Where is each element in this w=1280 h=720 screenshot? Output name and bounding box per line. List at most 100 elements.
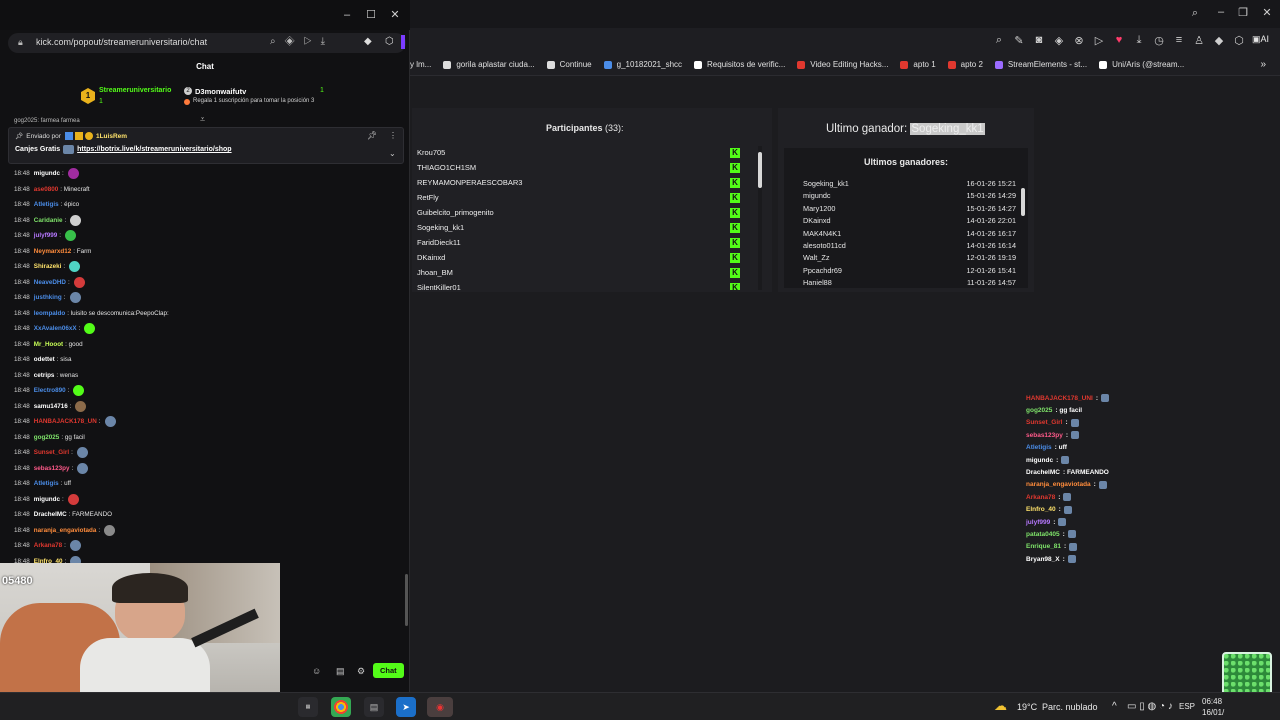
kick-icon: K: [730, 177, 740, 188]
winners-scrollbar[interactable]: [1021, 180, 1025, 286]
message-username[interactable]: Atletigis: [34, 201, 59, 208]
profile-icon[interactable]: ♙: [1192, 34, 1206, 47]
message-username[interactable]: samu14716: [34, 403, 68, 410]
message-username[interactable]: ase0800: [34, 186, 59, 193]
overlay-text: :: [1065, 419, 1068, 427]
address-actions[interactable]: ⌕◈▷⤓: [270, 36, 334, 47]
camera-icon[interactable]: ◙: [1032, 34, 1046, 46]
files-icon[interactable]: ▤: [364, 697, 384, 717]
collapse-icon[interactable]: ⩡: [200, 114, 205, 125]
close-icon[interactable]: ✕: [388, 8, 402, 21]
extension-icon[interactable]: ◆: [1212, 34, 1226, 47]
message-username[interactable]: gog2025: [34, 434, 60, 441]
bookmark-item[interactable]: g_10182021_shcc: [603, 60, 682, 69]
message-text: :: [59, 232, 61, 240]
message-username[interactable]: Electro890: [34, 387, 66, 394]
extension-icon[interactable]: ◆: [364, 36, 372, 47]
chevron-down-icon[interactable]: ⌄: [389, 149, 396, 158]
clock-date[interactable]: 16/01/: [1202, 708, 1224, 717]
message-username[interactable]: HANBAJACK178_UN: [34, 418, 97, 425]
bookmark-item[interactable]: Continue: [546, 60, 592, 69]
more-icon[interactable]: ⋮: [389, 131, 397, 140]
settings-icon[interactable]: ⚙: [357, 666, 365, 677]
restore-icon[interactable]: ❐: [1236, 6, 1250, 19]
message-username[interactable]: Arkana78: [34, 542, 62, 549]
maximize-icon[interactable]: ☐: [364, 8, 378, 21]
message-username[interactable]: cetrips: [34, 372, 55, 379]
minimize-icon[interactable]: –: [340, 9, 354, 21]
more-bookmarks-icon[interactable]: »: [1260, 59, 1266, 70]
message-username[interactable]: XxAvalen06xX: [34, 325, 77, 332]
app-icon[interactable]: ▦: [298, 697, 318, 717]
message-username[interactable]: Sunset_Girl: [34, 449, 69, 456]
pinned-link[interactable]: https://botrix.live/k/streameruniversita…: [77, 146, 231, 153]
address-bar[interactable]: 🔒︎ kick.com/popout/streameruniversitario…: [8, 33, 406, 53]
message-username[interactable]: migundc: [34, 496, 60, 503]
emote-icon: [104, 524, 116, 536]
store-icon[interactable]: ▤: [336, 666, 345, 677]
winner-name: DKainxd: [803, 216, 831, 226]
message-time: 18:48: [14, 340, 30, 348]
bookmark-item[interactable]: apto 2: [947, 60, 983, 69]
message-username[interactable]: julyf999: [34, 232, 57, 239]
message-username[interactable]: migundc: [34, 170, 60, 177]
box-icon[interactable]: ⬡: [1232, 34, 1246, 47]
bookmark-item[interactable]: apto 1: [900, 60, 936, 69]
search-icon[interactable]: ⌕: [1188, 7, 1202, 20]
chat-scrollbar[interactable]: [405, 574, 408, 626]
weather-temp[interactable]: 19°C: [1017, 702, 1037, 712]
bookmark-item[interactable]: y lm...: [410, 60, 431, 69]
message-username[interactable]: justhking: [34, 294, 62, 301]
bookmark-item[interactable]: gorila aplastar ciuda...: [443, 60, 535, 69]
message-username[interactable]: NeaveDHD: [34, 279, 66, 286]
unpin-icon[interactable]: 📌︎: [367, 131, 377, 140]
tray-icons[interactable]: ▭ ▯ ◍ ◔ ♪: [1127, 701, 1173, 712]
message-username[interactable]: Atletigis: [34, 480, 59, 487]
minimize-icon[interactable]: –: [1214, 6, 1228, 18]
right-browser-titlebar: ⌕ – ❐ ✕: [410, 0, 1280, 28]
participants-scrollbar[interactable]: [758, 146, 762, 290]
message-username[interactable]: naranja_engaviotada: [34, 527, 97, 534]
heart-icon[interactable]: ♥: [1112, 34, 1126, 46]
play-icon[interactable]: ▷: [1092, 34, 1106, 47]
send-chat-button[interactable]: Chat: [373, 663, 404, 678]
chrome-icon[interactable]: [331, 697, 351, 717]
history-icon[interactable]: ◷: [1152, 34, 1166, 47]
bookmark-item[interactable]: Video Editing Hacks...: [797, 60, 888, 69]
scrollbar-thumb[interactable]: [1021, 188, 1025, 216]
message-username[interactable]: Mr_Hooot: [34, 341, 63, 348]
message-username[interactable]: DrachelMC: [34, 511, 67, 518]
emoji-icon[interactable]: ☺: [312, 666, 321, 676]
box-icon[interactable]: ⬡: [385, 36, 394, 47]
telegram-icon[interactable]: ➤: [396, 697, 416, 717]
bookmark-item[interactable]: StreamElements - st...: [994, 60, 1087, 69]
winners-box: Ultimos ganadores: Sogeking_kk1 16-01-26 …: [784, 148, 1028, 288]
shield-icon[interactable]: ◈: [1052, 34, 1066, 47]
search-icon[interactable]: ⌕: [992, 34, 1006, 47]
scrollbar-thumb[interactable]: [758, 152, 762, 188]
url-text[interactable]: kick.com/popout/streameruniversitario/ch…: [36, 37, 207, 47]
edit-icon[interactable]: ✎: [1012, 34, 1026, 47]
bookmark-icon: [546, 60, 555, 69]
chevron-up-icon[interactable]: ^: [1112, 701, 1117, 712]
close-icon[interactable]: ✕: [1260, 6, 1274, 19]
language-indicator[interactable]: ESP: [1179, 702, 1195, 711]
message-username[interactable]: sebas123py: [34, 465, 70, 472]
bookmark-item[interactable]: Requisitos de verific...: [694, 60, 785, 69]
emote-icon: [1063, 505, 1072, 514]
emote-icon: [70, 214, 82, 226]
message-username[interactable]: odettet: [34, 356, 55, 363]
weather-desc[interactable]: Parc. nublado: [1042, 702, 1098, 712]
message-username[interactable]: Neymarxd12: [34, 248, 71, 255]
overlay-message: sebas123py:: [1026, 429, 1280, 441]
message-username[interactable]: Shirazeki: [34, 263, 62, 270]
bookmark-item[interactable]: Uni/Aris (@stream...: [1099, 60, 1184, 69]
obs-icon[interactable]: ◉: [427, 697, 453, 717]
menu-icon[interactable]: ≡: [1172, 34, 1186, 46]
message-username[interactable]: leompaldo: [34, 310, 66, 317]
vpn-icon[interactable]: ⊗: [1072, 34, 1086, 47]
clock-time[interactable]: 06:48: [1202, 697, 1222, 706]
download-icon[interactable]: ⤓: [1132, 34, 1146, 47]
message-username[interactable]: Caridanie: [34, 217, 63, 224]
ai-icon[interactable]: ▣AI: [1252, 34, 1269, 45]
